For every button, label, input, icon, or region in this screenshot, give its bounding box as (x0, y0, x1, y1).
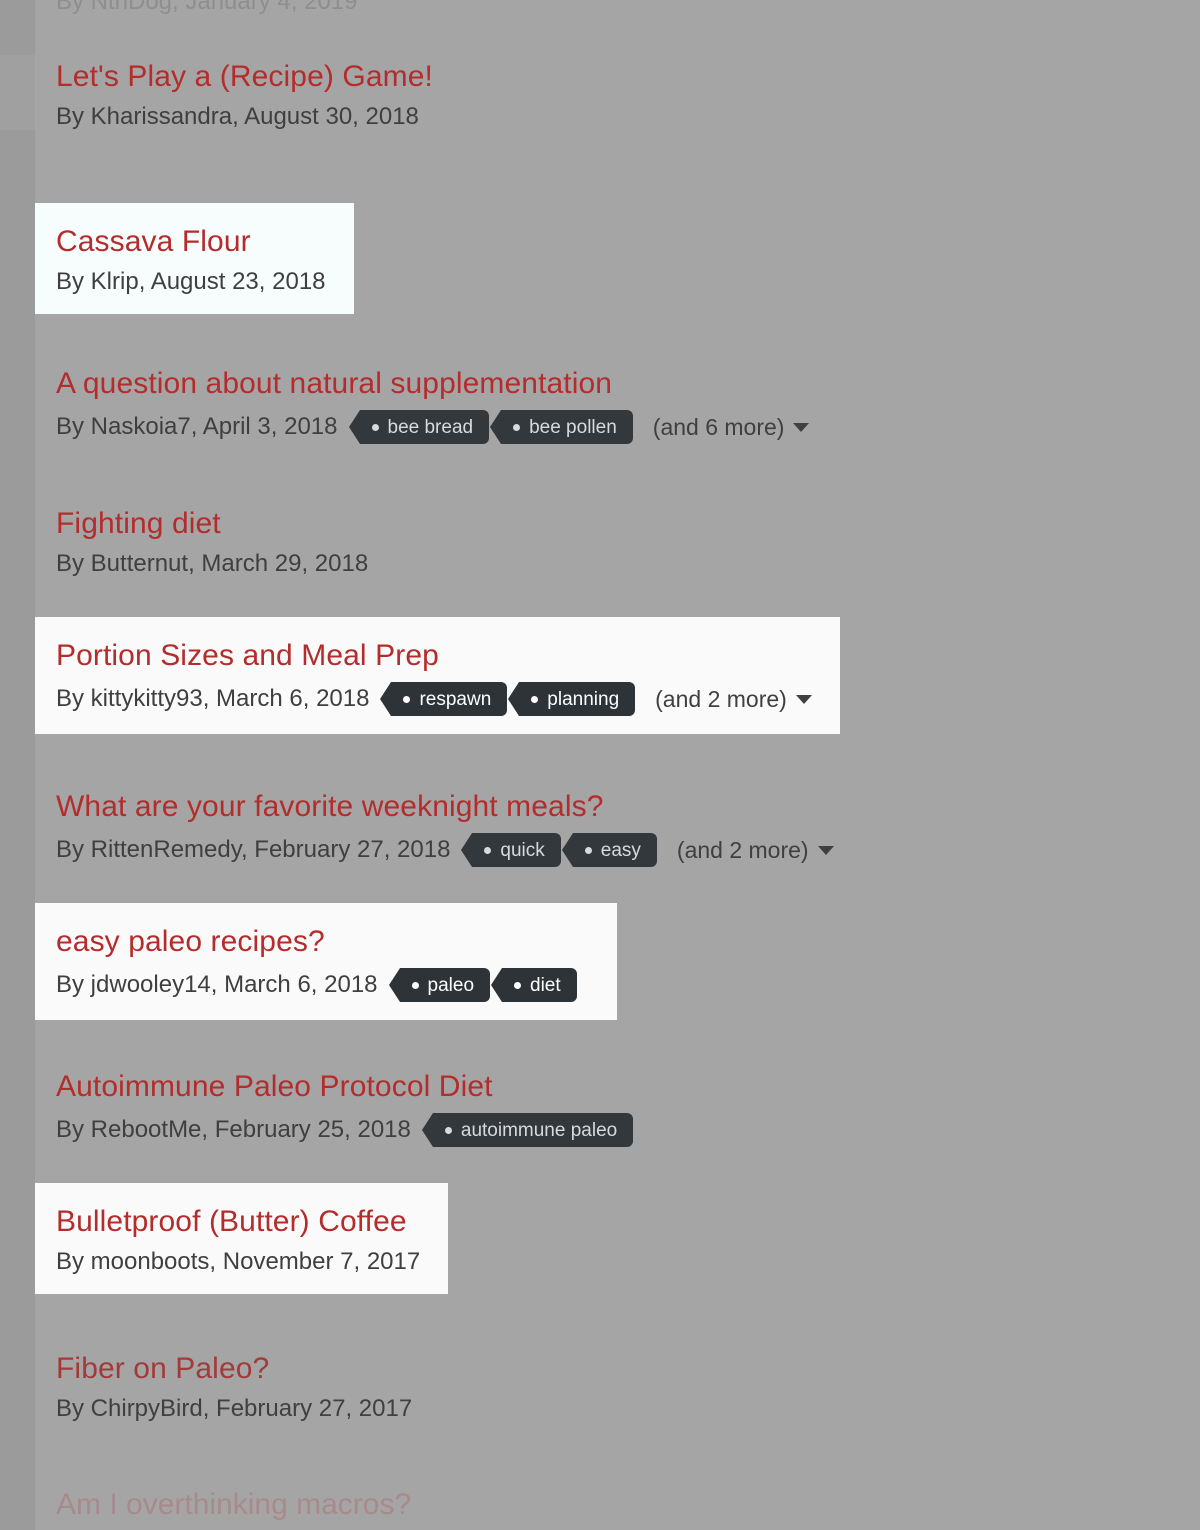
topic-meta: By kittykitty93, March 6, 2018 respawn pla… (56, 682, 812, 716)
topic-card: Cassava Flour By Klrip, August 23, 2018 (35, 203, 354, 314)
tag-dot-icon (514, 981, 522, 989)
topic-tag[interactable]: planning (508, 682, 636, 716)
topic-meta: By Kharissandra, August 30, 2018 (56, 103, 433, 131)
topic-byline: By Klrip, August 23, 2018 (56, 268, 326, 295)
more-tags-toggle[interactable]: (and 6 more) (653, 413, 810, 441)
topic-row[interactable]: Let's Play a (Recipe) Game! By Kharissand… (35, 38, 433, 149)
topic-title-link[interactable]: Cassava Flour (56, 225, 326, 259)
clipped-top-byline: By NtrlDog, January 4, 2019 (56, 0, 358, 15)
topic-tag-label: bee bread (387, 416, 474, 438)
topic-tag-label: easy (600, 839, 641, 861)
tag-dot-icon (513, 423, 521, 431)
topic-card: Let's Play a (Recipe) Game! By Kharissand… (35, 38, 433, 149)
topic-tag-list: autoimmune paleo (421, 1113, 645, 1147)
topic-meta: By Klrip, August 23, 2018 (56, 268, 326, 296)
topic-tag[interactable]: bee bread (348, 410, 490, 444)
topic-card: Fiber on Paleo? By ChirpyBird, February 2… (35, 1330, 412, 1441)
topic-card: Autoimmune Paleo Protocol Diet By RebootM… (35, 1048, 645, 1165)
topic-byline: By kittykitty93, March 6, 2018 (56, 685, 370, 712)
more-tags-toggle[interactable]: (and 2 more) (677, 836, 834, 864)
topic-byline: By moonboots, November 7, 2017 (56, 1248, 421, 1275)
tag-dot-icon (411, 981, 419, 989)
topic-tag-label: quick (500, 839, 545, 861)
topic-title-link[interactable]: Let's Play a (Recipe) Game! (56, 60, 433, 94)
topic-tag-label: respawn (419, 688, 492, 710)
tag-dot-icon (403, 695, 411, 703)
more-tags-label: (and 6 more) (652, 414, 785, 440)
tag-dot-icon (444, 1126, 452, 1134)
topic-row[interactable]: A question about natural supplementation… (35, 345, 810, 462)
topic-byline: By RittenRemedy, February 27, 2018 (56, 836, 451, 863)
topic-tag-list: bee bread bee pollen (348, 410, 645, 444)
topic-row[interactable]: Autoimmune Paleo Protocol Diet By RebootM… (35, 1048, 645, 1165)
topic-title-link[interactable]: Bulletproof (Butter) Coffee (56, 1205, 420, 1239)
topic-tag-label: paleo (427, 974, 475, 996)
topic-byline: By Naskoia7, April 3, 2018 (56, 413, 338, 440)
gutter-swatch (0, 55, 35, 130)
topic-tag[interactable]: quick (461, 833, 561, 867)
topic-row[interactable]: What are your favorite weeknight meals? B… (35, 768, 834, 885)
topic-title-link[interactable]: Fighting diet (56, 507, 368, 541)
chevron-down-icon (817, 845, 834, 855)
topic-tag[interactable]: bee pollen (490, 410, 633, 444)
chevron-down-icon (793, 422, 810, 432)
more-tags-toggle[interactable]: (and 2 more) (655, 685, 812, 713)
chevron-down-icon (795, 694, 812, 704)
topic-row[interactable]: Fiber on Paleo? By ChirpyBird, February 2… (35, 1330, 412, 1441)
topic-row[interactable]: Cassava Flour By Klrip, August 23, 2018 (35, 203, 354, 314)
topic-title-link[interactable]: Portion Sizes and Meal Prep (56, 639, 812, 673)
topic-tag[interactable]: respawn (380, 682, 508, 716)
topic-byline: By jdwooley14, March 6, 2018 (56, 971, 378, 998)
topic-meta: By RebootMe, February 25, 2018 autoimmune… (56, 1113, 645, 1147)
topic-tag-label: planning (547, 688, 620, 710)
topic-row[interactable]: Bulletproof (Butter) Coffee By moonboots,… (35, 1183, 449, 1294)
topic-byline: By Kharissandra, August 30, 2018 (56, 103, 419, 130)
topic-tag-label: autoimmune paleo (460, 1119, 618, 1141)
topic-tag-list: quick easy (461, 833, 669, 867)
topic-card: easy paleo recipes? By jdwooley14, March … (35, 903, 617, 1020)
topic-byline: By RebootMe, February 25, 2018 (56, 1116, 411, 1143)
topic-row[interactable]: easy paleo recipes? By jdwooley14, March … (35, 903, 617, 1020)
topic-tag-label: bee pollen (529, 416, 617, 438)
topic-meta: By Butternut, March 29, 2018 (56, 550, 368, 578)
topic-title-link[interactable]: What are your favorite weeknight meals? (56, 790, 834, 824)
more-tags-label: (and 2 more) (676, 837, 809, 863)
topic-tag[interactable]: autoimmune paleo (421, 1113, 634, 1147)
topic-byline: By Butternut, March 29, 2018 (56, 550, 369, 577)
topic-tag[interactable]: paleo (388, 968, 491, 1002)
topic-tag[interactable]: diet (491, 968, 577, 1002)
topic-row[interactable]: Portion Sizes and Meal Prep By kittykitty… (35, 617, 840, 734)
topic-meta: By Naskoia7, April 3, 2018 bee bread bee p… (56, 410, 810, 444)
topic-title-link[interactable]: Fiber on Paleo? (56, 1352, 412, 1386)
topic-tag-label: diet (530, 974, 561, 996)
topic-card: Bulletproof (Butter) Coffee By moonboots,… (35, 1183, 449, 1294)
topic-meta: By ChirpyBird, February 27, 2017 (56, 1395, 412, 1423)
tag-dot-icon (531, 695, 539, 703)
topic-title-link[interactable]: easy paleo recipes? (56, 925, 589, 959)
topic-row[interactable]: Fighting diet By Butternut, March 29, 201… (35, 485, 368, 596)
tag-dot-icon (484, 846, 492, 854)
topic-card: What are your favorite weeknight meals? B… (35, 768, 834, 885)
topic-card: A question about natural supplementation… (35, 345, 810, 462)
tag-dot-icon (371, 423, 379, 431)
topic-byline: By ChirpyBird, February 27, 2017 (56, 1395, 413, 1422)
tag-dot-icon (584, 846, 592, 854)
left-gutter-strip (0, 0, 35, 1530)
topic-meta: By RittenRemedy, February 27, 2018 quick e… (56, 833, 834, 867)
topic-tag-list: respawn planning (380, 682, 647, 716)
topic-title-link[interactable]: A question about natural supplementation (56, 367, 809, 401)
dimmed-page-overlay: By NtrlDog, January 4, 2019 Let's Play a… (0, 0, 1200, 1530)
topic-title-link[interactable]: Autoimmune Paleo Protocol Diet (56, 1070, 645, 1104)
topic-tag-list: paleo diet (388, 968, 589, 1002)
more-tags-label: (and 2 more) (655, 686, 787, 712)
topic-card: Portion Sizes and Meal Prep By kittykitty… (35, 617, 840, 734)
topic-card: Fighting diet By Butternut, March 29, 201… (35, 485, 368, 596)
topic-meta: By moonboots, November 7, 2017 (56, 1248, 420, 1276)
topic-tag[interactable]: easy (561, 833, 657, 867)
topic-meta: By jdwooley14, March 6, 2018 paleo diet (56, 968, 589, 1002)
clipped-bottom-topic-title: Am I overthinking macros? (56, 1488, 412, 1521)
